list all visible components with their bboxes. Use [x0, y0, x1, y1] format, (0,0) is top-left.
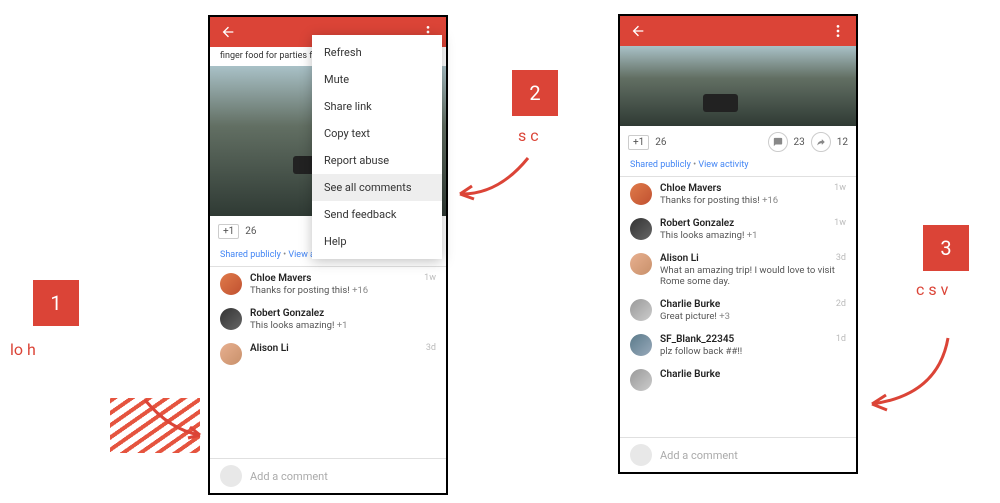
arrow-3 [858, 330, 958, 420]
avatar[interactable] [630, 299, 652, 321]
callout-2-number: 2 [529, 81, 540, 105]
comment-row[interactable]: Charlie Burke [620, 363, 856, 397]
phone-right: +1 26 23 12 Shared publicly • View activ… [618, 14, 858, 474]
add-comment-row[interactable]: Add a comment [210, 458, 446, 493]
menu-item-mute[interactable]: Mute [312, 66, 442, 93]
appbar [620, 16, 856, 46]
comment-time: 3d [836, 253, 846, 263]
comment-row[interactable]: SF_Blank_22345plz follow back ##!! 1d [620, 328, 856, 363]
comment-row[interactable]: Alison Li3d [210, 337, 446, 371]
avatar[interactable] [630, 253, 652, 275]
comment-text: This looks amazing! +1 [660, 230, 846, 241]
phone-left: finger food for parties first 5 people t… [208, 15, 448, 495]
comment-row[interactable]: Alison LiWhat an amazing trip! I would l… [620, 247, 856, 293]
more-icon[interactable] [830, 23, 846, 39]
comment-text: Great picture! +3 [660, 311, 846, 322]
action-row: +1 26 23 12 [620, 126, 856, 158]
post-image[interactable] [620, 46, 856, 126]
comment-author[interactable]: SF_Blank_22345 [660, 334, 846, 345]
comment-time: 1w [424, 273, 436, 283]
add-comment-row[interactable]: Add a comment [620, 437, 856, 472]
comment-row[interactable]: Robert GonzalezThis looks amazing! +1 1w [620, 212, 856, 247]
comment-plus-count: +16 [762, 195, 778, 206]
comment-row[interactable]: Robert GonzalezThis looks amazing! +1 [210, 302, 446, 337]
plusone-button[interactable]: +1 [218, 224, 239, 239]
comment-plus-count: +3 [719, 311, 730, 322]
callout-3-text: c s v [916, 280, 1000, 299]
comment-time: 1w [834, 218, 846, 228]
plusone-button[interactable]: +1 [628, 135, 649, 150]
comment-time: 1w [834, 183, 846, 193]
comment-count: 23 [794, 137, 805, 148]
plusone-count: 26 [655, 137, 666, 148]
comment-author[interactable]: Chloe Mavers [660, 183, 846, 194]
menu-item-share-link[interactable]: Share link [312, 93, 442, 120]
add-comment-placeholder: Add a comment [660, 449, 738, 462]
avatar[interactable] [630, 369, 652, 391]
menu-item-send-feedback[interactable]: Send feedback [312, 201, 442, 228]
comment-text: Thanks for posting this! +16 [660, 195, 846, 206]
comment-row[interactable]: Chloe MaversThanks for posting this! +16… [210, 267, 446, 302]
menu-item-help[interactable]: Help [312, 228, 442, 255]
callout-2-text: s c [518, 126, 608, 145]
callout-1-text: lo h [10, 340, 195, 359]
avatar[interactable] [630, 334, 652, 356]
comment-text: What an amazing trip! I would love to vi… [660, 265, 846, 287]
comment-plus-count: +1 [337, 320, 348, 331]
comment-time: 3d [426, 343, 436, 353]
comment-author[interactable]: Alison Li [660, 253, 846, 264]
callout-3-number: 3 [940, 236, 951, 260]
comments-list[interactable]: Chloe MaversThanks for posting this! +16… [210, 267, 446, 371]
share-icon[interactable] [811, 132, 831, 152]
comment-author[interactable]: Alison Li [250, 343, 436, 354]
plusone-count: 26 [245, 226, 256, 237]
view-activity-link[interactable]: View activity [698, 160, 748, 170]
comment-plus-count: +1 [747, 230, 758, 241]
comment-time: 1d [836, 334, 846, 344]
back-icon[interactable] [630, 23, 646, 39]
shared-publicly-link[interactable]: Shared publicly [630, 160, 691, 170]
meta-row: Shared publicly • View activity [620, 158, 856, 177]
decorative-stripes [110, 398, 200, 453]
shared-publicly-link[interactable]: Shared publicly [220, 250, 281, 260]
comment-plus-count: +16 [352, 285, 368, 296]
callout-1-badge: 1 [33, 280, 79, 326]
menu-item-copy-text[interactable]: Copy text [312, 120, 442, 147]
avatar[interactable] [220, 308, 242, 330]
comment-icon[interactable] [768, 132, 788, 152]
comment-author[interactable]: Robert Gonzalez [250, 308, 436, 319]
back-icon[interactable] [220, 24, 236, 40]
avatar[interactable] [220, 273, 242, 295]
self-avatar [220, 465, 242, 487]
avatar[interactable] [630, 218, 652, 240]
menu-item-report-abuse[interactable]: Report abuse [312, 147, 442, 174]
comment-row[interactable]: Chloe MaversThanks for posting this! +16… [620, 177, 856, 212]
comment-text: plz follow back ##!! [660, 346, 846, 357]
add-comment-placeholder: Add a comment [250, 470, 328, 483]
callout-2-badge: 2 [512, 70, 558, 116]
comments-list[interactable]: Chloe MaversThanks for posting this! +16… [620, 177, 856, 397]
menu-item-see-all-comments[interactable]: See all comments [312, 174, 442, 201]
self-avatar [630, 444, 652, 466]
meta-separator: • [283, 250, 286, 260]
avatar[interactable] [630, 183, 652, 205]
share-count: 12 [837, 137, 848, 148]
comment-author[interactable]: Chloe Mavers [250, 273, 436, 284]
meta-separator: • [693, 160, 696, 170]
comment-text: This looks amazing! +1 [250, 320, 436, 331]
comment-row[interactable]: Charlie BurkeGreat picture! +3 2d [620, 293, 856, 328]
callout-1-number: 1 [50, 291, 61, 315]
callout-3-badge: 3 [923, 225, 969, 271]
comment-text: Thanks for posting this! +16 [250, 285, 436, 296]
overflow-menu: RefreshMuteShare linkCopy textReport abu… [312, 35, 442, 259]
comment-author[interactable]: Robert Gonzalez [660, 218, 846, 229]
avatar[interactable] [220, 343, 242, 365]
arrow-2 [448, 150, 538, 210]
comment-author[interactable]: Charlie Burke [660, 299, 846, 310]
comment-time: 2d [836, 299, 846, 309]
menu-item-refresh[interactable]: Refresh [312, 39, 442, 66]
comment-author[interactable]: Charlie Burke [660, 369, 846, 380]
